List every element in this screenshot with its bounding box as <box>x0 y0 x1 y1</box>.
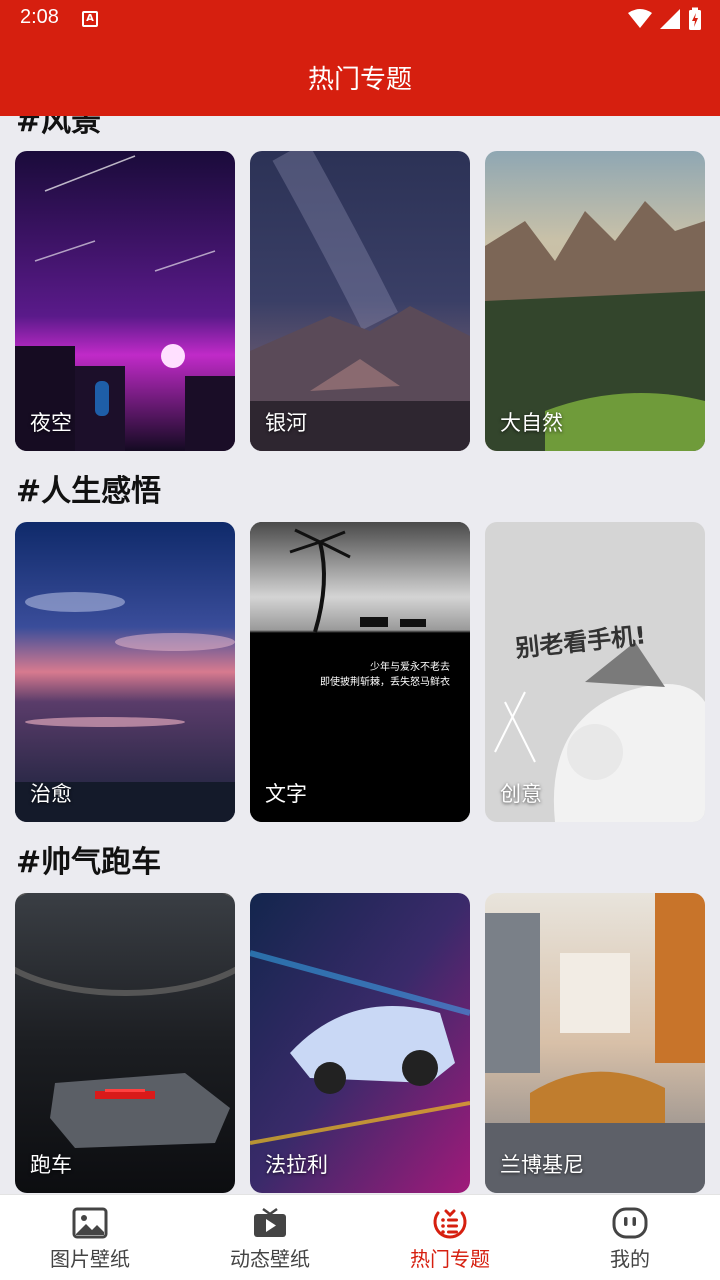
section-title-sports-cars: #帅气跑车 <box>16 845 162 880</box>
image-icon <box>72 1207 108 1239</box>
wifi-icon <box>628 9 652 28</box>
tab-label: 动态壁纸 <box>230 1247 310 1271</box>
status-bar: 2:08 A <box>0 0 720 40</box>
topic-card-text[interactable]: 少年与爱永不老去 即使披荆斩棘，丢失怒马鲜衣 文字 <box>250 522 470 822</box>
thumbnail <box>15 893 235 1193</box>
topic-card-healing[interactable]: 治愈 <box>15 522 235 822</box>
tab-label: 热门专题 <box>410 1247 490 1271</box>
tab-label: 我的 <box>610 1247 650 1271</box>
topic-card-night-sky[interactable]: 夜空 <box>15 151 235 451</box>
thumbnail <box>485 893 705 1193</box>
quote-line: 即使披荆斩棘，丢失怒马鲜衣 <box>320 677 450 688</box>
video-icon <box>254 1207 286 1237</box>
bottom-tab-bar: 图片壁纸 动态壁纸 热门专题 我的 <box>0 1194 720 1280</box>
topic-label: 银河 <box>265 411 307 435</box>
quote-line: 少年与爱永不老去 <box>370 662 450 673</box>
battery-charging-icon <box>689 7 701 30</box>
topic-card-nature[interactable]: 大自然 <box>485 151 705 451</box>
section-title-scenery: #风景 <box>16 116 102 139</box>
app-bar: 热门专题 <box>0 40 720 116</box>
signal-icon <box>660 9 680 29</box>
notification-icon: A <box>82 11 98 27</box>
tab-label: 图片壁纸 <box>50 1247 130 1271</box>
tab-profile[interactable]: 我的 <box>540 1195 720 1280</box>
topics-list[interactable]: #风景 夜空 银河 大自然 #人生感悟 治愈 少年与爱永不老去 即使披荆斩棘，丢… <box>0 116 720 1194</box>
profile-icon <box>612 1207 648 1239</box>
page-title: 热门专题 <box>307 65 412 95</box>
topic-label: 兰博基尼 <box>500 1153 584 1177</box>
topic-label: 治愈 <box>30 782 72 806</box>
section-title-life-insights: #人生感悟 <box>16 474 162 509</box>
tab-live-wallpapers[interactable]: 动态壁纸 <box>180 1195 360 1280</box>
hot-topics-icon <box>433 1209 467 1239</box>
system-icons <box>628 7 702 31</box>
topic-card-lamborghini[interactable]: 兰博基尼 <box>485 893 705 1193</box>
thumbnail <box>15 151 235 451</box>
thumbnail <box>15 522 235 822</box>
topic-label: 跑车 <box>30 1153 72 1177</box>
tab-hot-topics[interactable]: 热门专题 <box>360 1195 540 1280</box>
topic-label: 法拉利 <box>265 1153 328 1177</box>
tab-image-wallpapers[interactable]: 图片壁纸 <box>0 1195 180 1280</box>
quote-text: 少年与爱永不老去 即使披荆斩棘，丢失怒马鲜衣 <box>320 660 450 690</box>
thumbnail <box>485 151 705 451</box>
status-time: 2:08 <box>20 6 59 28</box>
topic-card-creative[interactable]: 别老看手机! 创意 <box>485 522 705 822</box>
topic-card-galaxy[interactable]: 银河 <box>250 151 470 451</box>
topic-card-sports-car[interactable]: 跑车 <box>15 893 235 1193</box>
thumbnail <box>250 893 470 1193</box>
thumbnail <box>485 522 705 822</box>
topic-label: 文字 <box>265 782 307 806</box>
topic-card-ferrari[interactable]: 法拉利 <box>250 893 470 1193</box>
thumbnail <box>250 151 470 451</box>
topic-label: 大自然 <box>500 411 563 435</box>
topic-label: 创意 <box>500 782 542 806</box>
topic-label: 夜空 <box>30 411 72 435</box>
